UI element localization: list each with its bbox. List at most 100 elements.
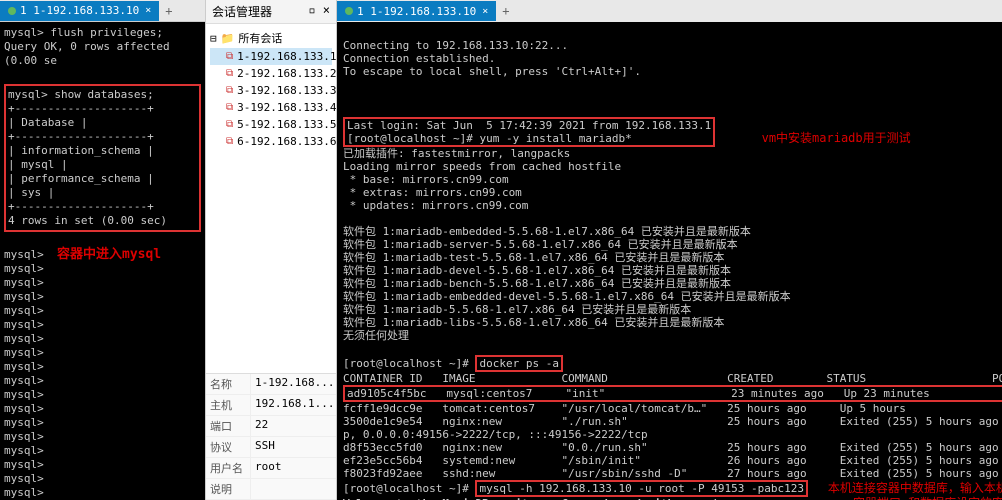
- tree-item[interactable]: ⧉5-192.168.133.50: [210, 116, 332, 133]
- left-tab-bar: 1 1-192.168.133.10 × +: [0, 0, 205, 22]
- prop-value: 192.168.1...: [251, 395, 336, 415]
- tree-item[interactable]: ⧉3-192.168.133.30: [210, 82, 332, 99]
- prop-key: 主机: [206, 395, 251, 415]
- terminal-line: mysql>: [4, 472, 201, 486]
- prop-key: 协议: [206, 437, 251, 457]
- terminal-block: 已加载插件: fastestmirror, langpacks Loading …: [343, 147, 996, 212]
- tree-item-label: 6-192.168.133.60: [237, 135, 343, 148]
- terminal-line: mysql>: [4, 388, 201, 402]
- terminal-right[interactable]: Connecting to 192.168.133.10:22... Conne…: [337, 22, 1002, 500]
- session-properties: 名称1-192.168... 主机192.168.1... 端口22 协议SSH…: [206, 373, 336, 500]
- table-row: fcff1e9dcc9e tomcat:centos7 "/usr/local/…: [343, 402, 1002, 415]
- terminal-line: Query OK, 0 rows affected (0.00 se: [4, 40, 201, 68]
- terminal-line: | sys |: [8, 186, 197, 200]
- panel-controls[interactable]: ▫ ×: [308, 3, 330, 20]
- terminal-line: mysql>: [4, 402, 201, 416]
- session-manager-panel: 会话管理器 ▫ × ⊟ 📁 所有会话 ⧉1-192.168.133.10 ⧉2-…: [205, 0, 337, 500]
- annotation-label: 容器端口 和数据库设定的密码进入: [853, 496, 1002, 500]
- tab-session-1-right[interactable]: 1 1-192.168.133.10 ×: [337, 1, 496, 21]
- terminal-line: mysql>: [4, 416, 201, 430]
- tree-item[interactable]: ⧉3-192.168.133.40: [210, 99, 332, 116]
- tree-item-label: 3-192.168.133.30: [237, 84, 343, 97]
- terminal-icon: ⧉: [226, 119, 233, 130]
- prop-value: SSH: [251, 437, 336, 457]
- terminal-icon: ⧉: [226, 102, 233, 113]
- highlight-box: mysql -h 192.168.133.10 -u root -P 49153…: [475, 480, 808, 497]
- terminal-line: mysql>: [4, 360, 201, 374]
- highlight-box: docker ps -a: [475, 355, 562, 372]
- terminal-line: 4 rows in set (0.00 sec): [8, 214, 197, 228]
- terminal-block: 软件包 1:mariadb-embedded-5.5.68-1.el7.x86_…: [343, 225, 996, 342]
- terminal-line: mysql>: [4, 430, 201, 444]
- highlight-box: Last login: Sat Jun 5 17:42:39 2021 from…: [343, 117, 715, 147]
- tree-item[interactable]: ⧉2-192.168.133.20: [210, 65, 332, 82]
- terminal-line: mysql>: [4, 304, 201, 318]
- prop-value: 22: [251, 416, 336, 436]
- prompt: [root@localhost ~]#: [347, 132, 473, 145]
- prop-key: 说明: [206, 479, 251, 499]
- table-header: CONTAINER ID IMAGE COMMAND CREATED STATU…: [343, 372, 1002, 385]
- terminal-line: mysql>: [4, 332, 201, 346]
- terminal-line: mysql>: [4, 276, 201, 290]
- panel-title-bar: 会话管理器 ▫ ×: [206, 0, 336, 24]
- session-tree: ⊟ 📁 所有会话 ⧉1-192.168.133.10 ⧉2-192.168.13…: [206, 24, 336, 154]
- prop-value: [251, 479, 336, 499]
- terminal-line: mysql>: [4, 374, 201, 388]
- terminal-line: mysql> show databases;: [8, 88, 197, 102]
- prop-row: 说明: [206, 479, 336, 500]
- tree-item[interactable]: ⧉6-192.168.133.60: [210, 133, 332, 150]
- tree-item-label: 3-192.168.133.40: [237, 101, 343, 114]
- add-tab-button[interactable]: +: [496, 2, 515, 20]
- table-row: p, 0.0.0.0:49156->2222/tcp, :::49156->22…: [343, 428, 648, 441]
- close-icon[interactable]: ×: [482, 6, 488, 17]
- terminal-icon: ⧉: [226, 85, 233, 96]
- annotation-label: 容器中进入mysql: [57, 247, 161, 262]
- prop-row: 端口22: [206, 416, 336, 437]
- right-pane: 1 1-192.168.133.10 × + Connecting to 192…: [337, 0, 1002, 500]
- tree-item[interactable]: ⧉1-192.168.133.10: [210, 48, 332, 65]
- prop-key: 名称: [206, 374, 251, 394]
- right-tab-bar: 1 1-192.168.133.10 × +: [337, 0, 1002, 22]
- terminal-line: | Database |: [8, 116, 197, 130]
- table-row: ef23e5cc56b4 systemd:new "/sbin/init" 26…: [343, 454, 1002, 467]
- prop-row: 名称1-192.168...: [206, 374, 336, 395]
- prop-row: 主机192.168.1...: [206, 395, 336, 416]
- highlight-box: mysql> show databases; +----------------…: [4, 84, 201, 232]
- tab-label: 1 1-192.168.133.10: [357, 5, 476, 18]
- terminal-icon: ⧉: [226, 68, 233, 79]
- terminal-icon: ⧉: [226, 51, 233, 62]
- terminal-block: Connecting to 192.168.133.10:22... Conne…: [343, 39, 996, 78]
- terminal-line: +--------------------+: [8, 130, 197, 144]
- tree-item-label: 1-192.168.133.10: [237, 50, 343, 63]
- prop-row: 用户名root: [206, 458, 336, 479]
- terminal-line: mysql> 容器中进入mysql: [4, 248, 201, 262]
- prompt: [root@localhost ~]#: [343, 482, 469, 495]
- tree-item-label: 5-192.168.133.50: [237, 118, 343, 131]
- terminal-line: +--------------------+: [8, 102, 197, 116]
- prop-row: 协议SSH: [206, 437, 336, 458]
- tab-session-1[interactable]: 1 1-192.168.133.10 ×: [0, 1, 159, 21]
- terminal-line: mysql> flush privileges;: [4, 26, 201, 40]
- close-icon[interactable]: ×: [145, 5, 151, 16]
- prop-value: root: [251, 458, 336, 478]
- terminal-line: +--------------------+: [8, 200, 197, 214]
- table-row: f8023fd92aee sshd:new "/usr/sbin/sshd -D…: [343, 467, 1002, 480]
- terminal-line: mysql>: [4, 318, 201, 332]
- terminal-left[interactable]: mysql> flush privileges; Query OK, 0 row…: [0, 22, 205, 500]
- highlight-box: ad9105c4f5bc mysql:centos7 "init" 23 min…: [343, 385, 1002, 402]
- terminal-line: | performance_schema |: [8, 172, 197, 186]
- table-row: 3500de1c9e54 nginx:new "./run.sh" 25 hou…: [343, 415, 1002, 428]
- folder-icon: 📁: [221, 32, 235, 45]
- prop-key: 端口: [206, 416, 251, 436]
- add-tab-button[interactable]: +: [159, 2, 178, 20]
- tree-root[interactable]: ⊟ 📁 所有会话: [210, 28, 332, 48]
- table-row: d8f53ecc5fd0 nginx:new "0.0./run.sh" 25 …: [343, 441, 1002, 454]
- terminal-line: mysql>: [4, 262, 201, 276]
- tab-label: 1 1-192.168.133.10: [20, 4, 139, 17]
- prop-value: 1-192.168...: [251, 374, 336, 394]
- terminal-line: | mysql |: [8, 158, 197, 172]
- terminal-line: | information_schema |: [8, 144, 197, 158]
- annotation-label: 本机连接容器中数据库，输入本机IP指定: [828, 481, 1002, 495]
- terminal-line: mysql>: [4, 290, 201, 304]
- terminal-line: Last login: Sat Jun 5 17:42:39 2021 from…: [347, 119, 711, 132]
